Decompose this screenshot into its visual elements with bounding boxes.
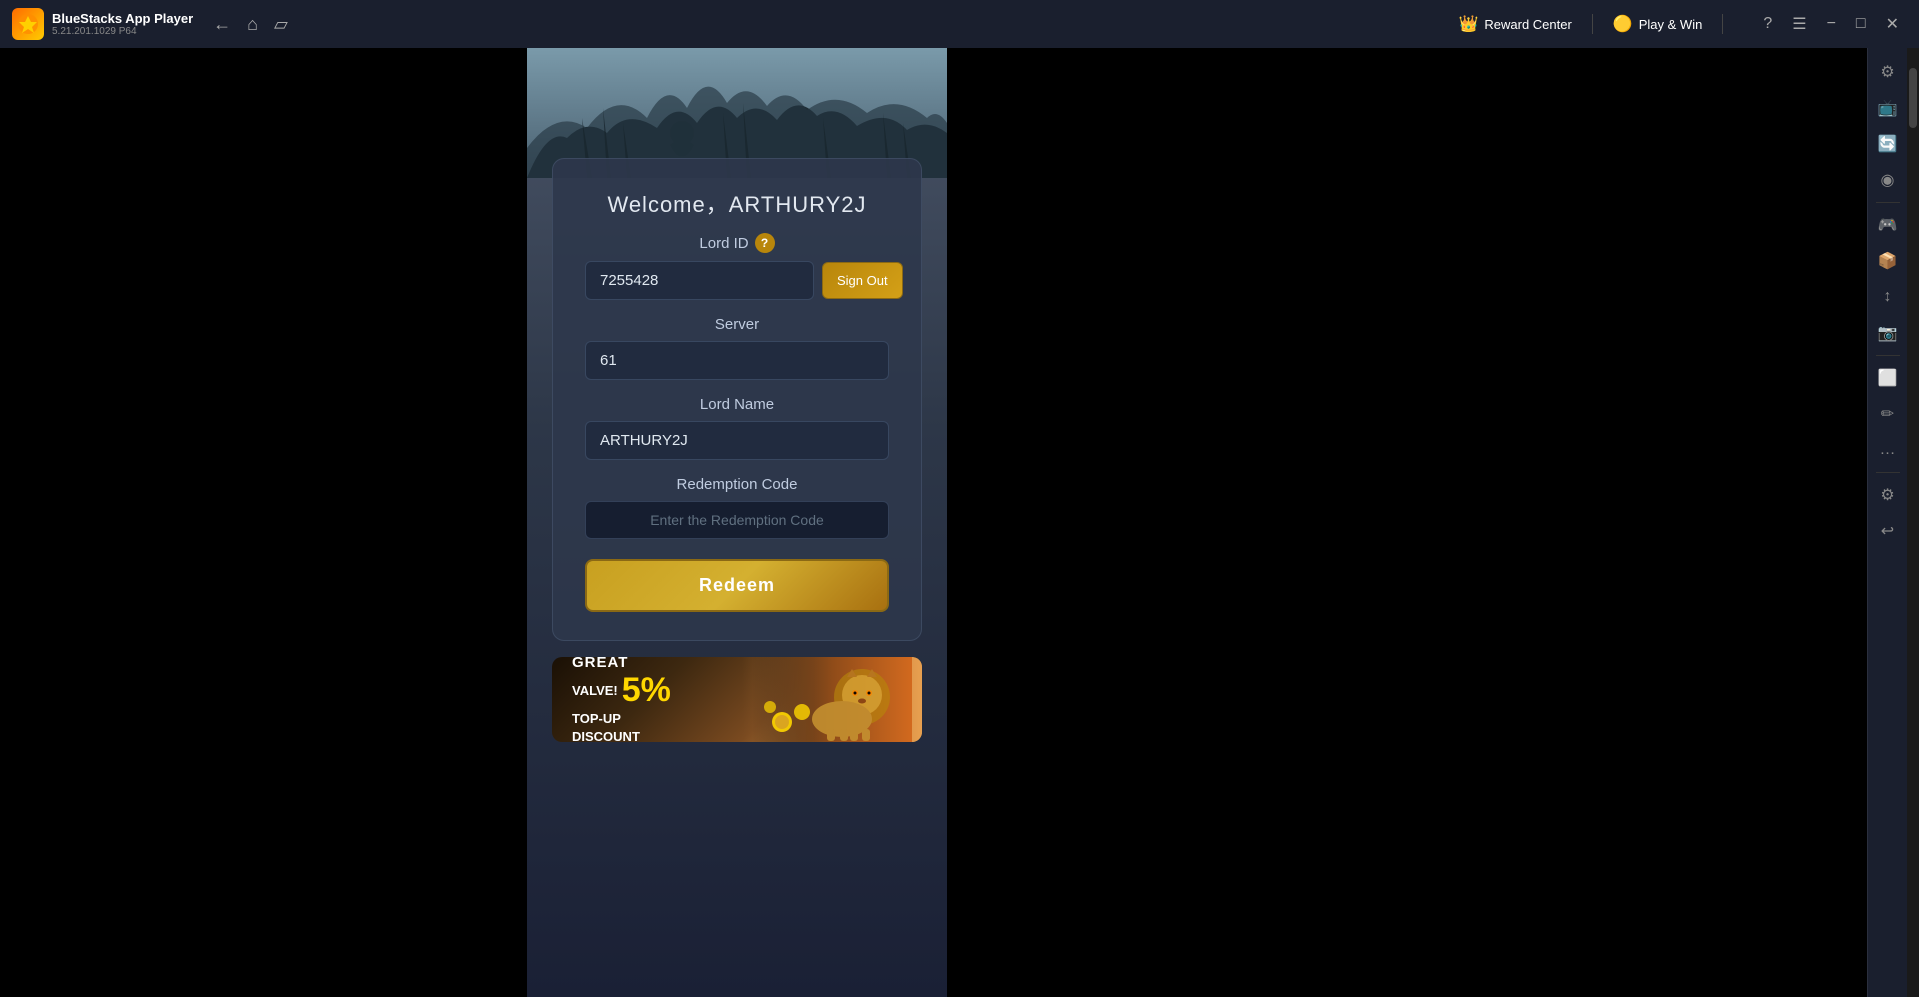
titlebar-actions: ? ☰ − □ ✕ — [1755, 10, 1907, 38]
server-input — [585, 341, 889, 380]
toolbar-divider2 — [1876, 355, 1900, 356]
titlebar-divider2 — [1722, 14, 1723, 34]
toolbar-config-btn[interactable]: ⚙ — [1872, 479, 1904, 511]
layers-icon[interactable]: ▱ — [274, 14, 288, 35]
app-title-block: BlueStacks App Player 5.21.201.1029 P64 — [52, 11, 193, 37]
redeem-button[interactable]: Redeem — [585, 559, 889, 612]
coin-icon: 🟡 — [1613, 14, 1633, 34]
toolbar-resize-btn[interactable]: ↕ — [1872, 281, 1904, 313]
maximize-button[interactable]: □ — [1848, 11, 1874, 37]
toolbar-window-btn[interactable]: ⬜ — [1872, 362, 1904, 394]
play-win-button[interactable]: 🟡 Play & Win — [1613, 14, 1703, 34]
lord-name-label: Lord Name — [585, 396, 889, 413]
toolbar-back-btn[interactable]: ↩ — [1872, 515, 1904, 547]
reward-center-button[interactable]: 👑 Reward Center — [1458, 14, 1571, 34]
banner-topup: TOP-UP DISCOUNT — [572, 710, 671, 743]
welcome-title: Welcome，ARTHURY2J — [585, 187, 889, 219]
play-win-label: Play & Win — [1639, 17, 1703, 32]
scrollbar-thumb[interactable] — [1909, 68, 1917, 128]
sign-out-button[interactable]: Sign Out — [822, 262, 903, 299]
form-card: Welcome，ARTHURY2J Lord ID ? Sign Out Ser… — [552, 158, 922, 641]
right-panel — [947, 48, 1867, 997]
close-button[interactable]: ✕ — [1878, 10, 1907, 38]
lord-name-input — [585, 421, 889, 460]
toolbar-display-btn[interactable]: 📺 — [1872, 92, 1904, 124]
toolbar-camera-btn[interactable]: ◉ — [1872, 164, 1904, 196]
toolbar-gamepad-btn[interactable]: 🎮 — [1872, 209, 1904, 241]
side-toolbar: ⚙ 📺 🔄 ◉ 🎮 📦 ↕ 📷 ⬜ ✏ … ⚙ ↩ — [1867, 48, 1907, 997]
banner-value: VALVE! — [572, 683, 618, 698]
lord-id-row: Sign Out — [585, 261, 889, 300]
redemption-code-input[interactable] — [585, 501, 889, 539]
center-panel: Welcome，ARTHURY2J Lord ID ? Sign Out Ser… — [527, 48, 947, 997]
app-version: 5.21.201.1029 P64 — [52, 26, 193, 37]
banner-text: GREAT VALVE! 5% TOP-UP DISCOUNT — [572, 657, 671, 742]
titlebar-right: 👑 Reward Center 🟡 Play & Win ? ☰ − □ ✕ — [1458, 10, 1907, 38]
hamburger-button[interactable]: ☰ — [1784, 10, 1814, 38]
titlebar-left: BlueStacks App Player 5.21.201.1029 P64 — [12, 8, 193, 40]
app-logo — [12, 8, 44, 40]
reward-center-label: Reward Center — [1484, 17, 1571, 32]
lord-id-input[interactable] — [585, 261, 814, 300]
help-button[interactable]: ? — [1755, 11, 1780, 37]
banner-percent: 5% — [622, 671, 671, 710]
scrollbar[interactable] — [1907, 48, 1919, 997]
promotional-banner[interactable]: GREAT VALVE! 5% TOP-UP DISCOUNT — [552, 657, 922, 742]
toolbar-settings-btn[interactable]: ⚙ — [1872, 56, 1904, 88]
banner-great: GREAT — [572, 657, 628, 671]
lord-id-help-icon[interactable]: ? — [755, 233, 775, 253]
toolbar-divider3 — [1876, 472, 1900, 473]
main-content: Welcome，ARTHURY2J Lord ID ? Sign Out Ser… — [0, 48, 1919, 997]
toolbar-edit-btn[interactable]: ✏ — [1872, 398, 1904, 430]
crown-icon: 👑 — [1458, 14, 1478, 34]
toolbar-more-btn[interactable]: … — [1872, 434, 1904, 466]
titlebar-divider — [1592, 14, 1593, 34]
toolbar-apk-btn[interactable]: 📦 — [1872, 245, 1904, 277]
redemption-code-label: Redemption Code — [585, 476, 889, 493]
toolbar-rotation-btn[interactable]: 🔄 — [1872, 128, 1904, 160]
server-label: Server — [585, 316, 889, 333]
titlebar-nav: ← ⌂ ▱ — [213, 14, 288, 35]
left-panel — [0, 48, 527, 997]
toolbar-divider1 — [1876, 202, 1900, 203]
app-title: BlueStacks App Player — [52, 11, 193, 26]
lord-id-label: Lord ID ? — [585, 233, 889, 253]
banner-lion-decoration — [742, 657, 922, 742]
back-icon[interactable]: ← — [213, 14, 231, 35]
toolbar-screenshot-btn[interactable]: 📷 — [1872, 317, 1904, 349]
home-icon[interactable]: ⌂ — [247, 14, 258, 35]
titlebar: BlueStacks App Player 5.21.201.1029 P64 … — [0, 0, 1919, 48]
minimize-button[interactable]: − — [1819, 11, 1844, 37]
